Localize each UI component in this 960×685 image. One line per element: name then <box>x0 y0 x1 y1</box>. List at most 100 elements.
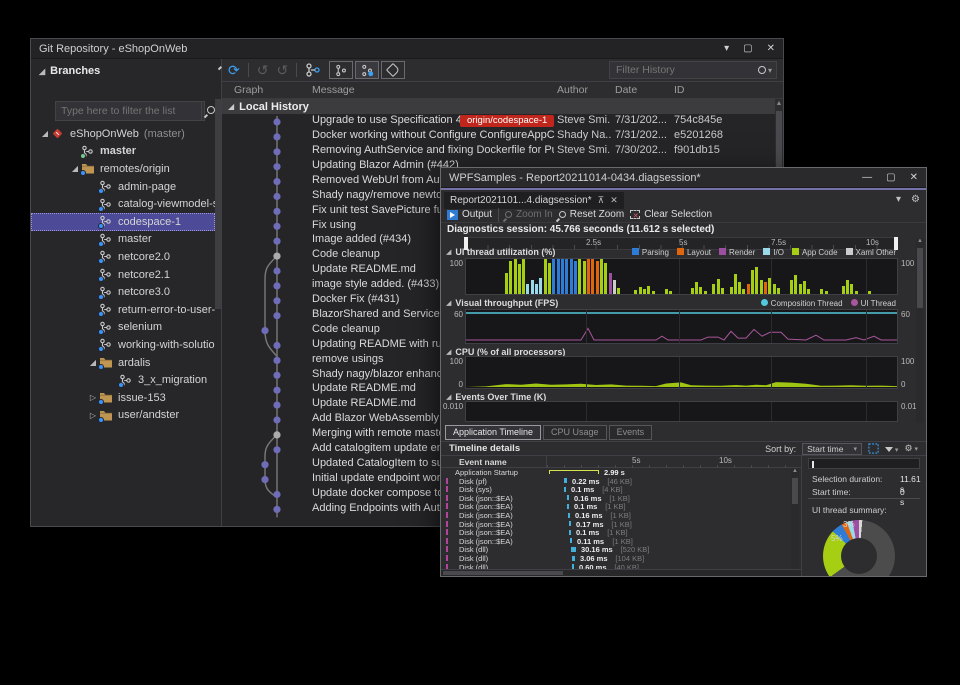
plot-ui-thread-utilization[interactable] <box>465 258 898 295</box>
scroll-up-icon[interactable]: ▲ <box>775 99 783 109</box>
event-row[interactable]: Disk (json::$EA)0.16 ms[1 KB] <box>441 494 789 503</box>
horizontal-scrollbar-thumb[interactable] <box>443 571 563 575</box>
branch-badge[interactable]: origin/codespace-1 <box>460 115 554 127</box>
zoom-in-button[interactable]: Zoom In <box>505 209 553 220</box>
tab-close-icon[interactable]: ✕ <box>610 195 618 206</box>
commit-row[interactable]: Removing AuthService and fixing Dockerfi… <box>222 144 775 159</box>
git-window-titlebar[interactable]: Git Repository - eShopOnWeb ▾ ▢ ✕ <box>31 39 783 59</box>
charts-scrollbar-thumb[interactable] <box>917 248 923 308</box>
branch-label: remotes/origin <box>100 163 170 175</box>
events-scrollbar[interactable]: ▲ <box>791 468 799 572</box>
maximize-icon[interactable]: ▢ <box>743 43 752 54</box>
settings-button[interactable]: ⚙ ▾ <box>904 443 918 454</box>
event-row[interactable]: Disk (json::$EA)0.1 ms[1 KB] <box>441 528 789 537</box>
close-icon[interactable]: ✕ <box>910 172 918 183</box>
sidebar-item-ardalis[interactable]: ◢ardalis <box>31 354 215 372</box>
sidebar-item-catalog-viewmodel-s[interactable]: catalog-viewmodel-s <box>31 195 215 213</box>
sidebar-item-netcore2-0[interactable]: netcore2.0 <box>31 248 215 266</box>
tree-expander-icon[interactable]: ◢ <box>39 129 51 138</box>
sidebar-item-codespace-1[interactable]: codespace-1 <box>31 213 215 231</box>
window-dropdown-icon[interactable]: ▾ <box>724 43 729 54</box>
charts-scrollbar[interactable]: ▲ <box>916 238 924 423</box>
gridline <box>771 357 772 388</box>
scroll-up-icon[interactable]: ▲ <box>917 238 923 244</box>
filter-button[interactable]: ▾ <box>885 444 898 454</box>
plot-visual-throughput[interactable] <box>465 309 898 344</box>
section-header-visual-throughput[interactable]: ◢Visual throughput (FPS)Composition Thre… <box>441 297 896 309</box>
chart-bar <box>755 267 758 294</box>
section-expander-icon[interactable]: ◢ <box>446 348 451 356</box>
sidebar-scrollbar-thumb[interactable] <box>215 99 221 309</box>
section-title: UI thread utilization (%) <box>455 247 555 257</box>
sidebar-item-netcore2-1[interactable]: netcore2.1 <box>31 266 215 284</box>
sidebar-item-issue-153[interactable]: ▷issue-153 <box>31 389 215 407</box>
chart-bar <box>760 280 763 294</box>
event-name-column[interactable]: Event name <box>459 457 507 467</box>
sidebar-item-remotes-origin[interactable]: ◢remotes/origin <box>31 160 215 178</box>
gear-icon[interactable]: ⚙ <box>911 194 920 205</box>
sidebar-item-master[interactable]: master <box>31 231 215 249</box>
sort-select[interactable]: Start time▾ <box>802 443 862 455</box>
section-expander-icon[interactable]: ◢ <box>446 248 451 256</box>
legend-swatch <box>677 248 684 255</box>
branch-label: master <box>100 145 136 157</box>
clear-selection-button[interactable]: Clear Selection <box>630 209 712 220</box>
horizontal-scrollbar[interactable] <box>441 569 801 576</box>
pin-icon[interactable]: ⊼ <box>598 195 605 206</box>
sidebar-item-eshoponweb[interactable]: ◢eShopOnWeb(master) <box>31 125 215 143</box>
remote-status-dot <box>98 294 104 300</box>
commit-row[interactable]: Upgrade to use Specification 4.0....orig… <box>222 114 775 129</box>
event-row[interactable]: Disk (dll)3.06 ms[104 KB] <box>441 554 789 563</box>
tab-list-dropdown-icon[interactable]: ▾ <box>896 194 901 205</box>
zoom-in-icon <box>505 211 512 218</box>
event-row[interactable]: Application Startup2.99 s <box>441 468 789 477</box>
remote-status-dot <box>80 170 86 176</box>
legend-label: Composition Thread <box>771 299 843 308</box>
event-row[interactable]: Disk (json::$EA)0.11 ms[1 KB] <box>441 537 789 546</box>
minimize-icon[interactable]: — <box>862 172 872 183</box>
reset-zoom-button[interactable]: Reset Zoom <box>559 209 624 220</box>
maximize-icon[interactable]: ▢ <box>886 172 895 183</box>
sidebar-item-selenium[interactable]: selenium <box>31 319 215 337</box>
scroll-up-icon[interactable]: ▲ <box>792 468 798 474</box>
legend-swatch <box>846 248 853 255</box>
sidebar-item-return-error-to-user-[interactable]: return-error-to-user- <box>31 301 215 319</box>
chart-bar <box>535 284 538 294</box>
events-scrollbar-thumb[interactable] <box>792 478 798 504</box>
sidebar-item-working-with-solutio[interactable]: working-with-solutio <box>31 336 215 354</box>
selection-duration-row: Selection duration:11.61 s <box>812 474 882 484</box>
commit-message: Removing AuthService and fixing Dockerfi… <box>312 144 554 156</box>
event-search-box[interactable] <box>808 458 920 469</box>
event-row[interactable]: Disk (json::$EA)0.17 ms[1 KB] <box>441 520 789 529</box>
event-row[interactable]: Disk (dll)30.16 ms[520 KB] <box>441 545 789 554</box>
sidebar-item-master[interactable]: master <box>31 143 215 161</box>
close-icon[interactable]: ✕ <box>767 43 775 54</box>
commit-row[interactable]: Docker working without Configure Configu… <box>222 129 775 144</box>
event-row[interactable]: Disk (pf)0.22 ms[46 KB] <box>441 477 789 486</box>
donut-percentage-label: 22% <box>823 576 839 577</box>
wpf-window-titlebar[interactable]: WPFSamples - Report20211014-0434.diagses… <box>441 168 926 188</box>
event-row[interactable]: Disk (sys)0.1 ms[4 KB] <box>441 485 789 494</box>
event-row[interactable]: Disk (json::$EA)0.16 ms[1 KB] <box>441 511 789 520</box>
commit-message: Initial update endpoint workin <box>312 472 454 484</box>
branch-label: catalog-viewmodel-s <box>118 198 218 210</box>
plot-cpu[interactable] <box>465 356 898 389</box>
output-button[interactable]: Output <box>447 209 492 220</box>
tab-application-timeline[interactable]: Application Timeline <box>445 425 541 440</box>
event-duration-bar <box>570 538 572 543</box>
section-expander-icon[interactable]: ◢ <box>446 299 451 307</box>
tab-events[interactable]: Events <box>609 425 653 440</box>
tab-cpu-usage[interactable]: CPU Usage <box>543 425 607 440</box>
section-expander-icon[interactable]: ◢ <box>446 393 451 401</box>
sidebar-item-3-x-migration[interactable]: 3_x_migration <box>31 371 215 389</box>
sidebar-item-netcore3-0[interactable]: netcore3.0 <box>31 283 215 301</box>
selection-handle-left[interactable] <box>464 237 468 250</box>
sidebar-item-user-andster[interactable]: ▷user/andster <box>31 407 215 425</box>
legend-item: Composition Thread <box>761 299 843 308</box>
event-row[interactable]: Disk (json::$EA)0.1 ms[1 KB] <box>441 502 789 511</box>
select-region-icon[interactable] <box>868 443 879 454</box>
selection-handle-right[interactable] <box>894 237 898 250</box>
sidebar-item-admin-page[interactable]: admin-page <box>31 178 215 196</box>
plot-events-over-time[interactable] <box>465 401 898 422</box>
section-header-ui-thread-utilization[interactable]: ◢UI thread utilization (%)ParsingLayoutR… <box>441 246 896 258</box>
